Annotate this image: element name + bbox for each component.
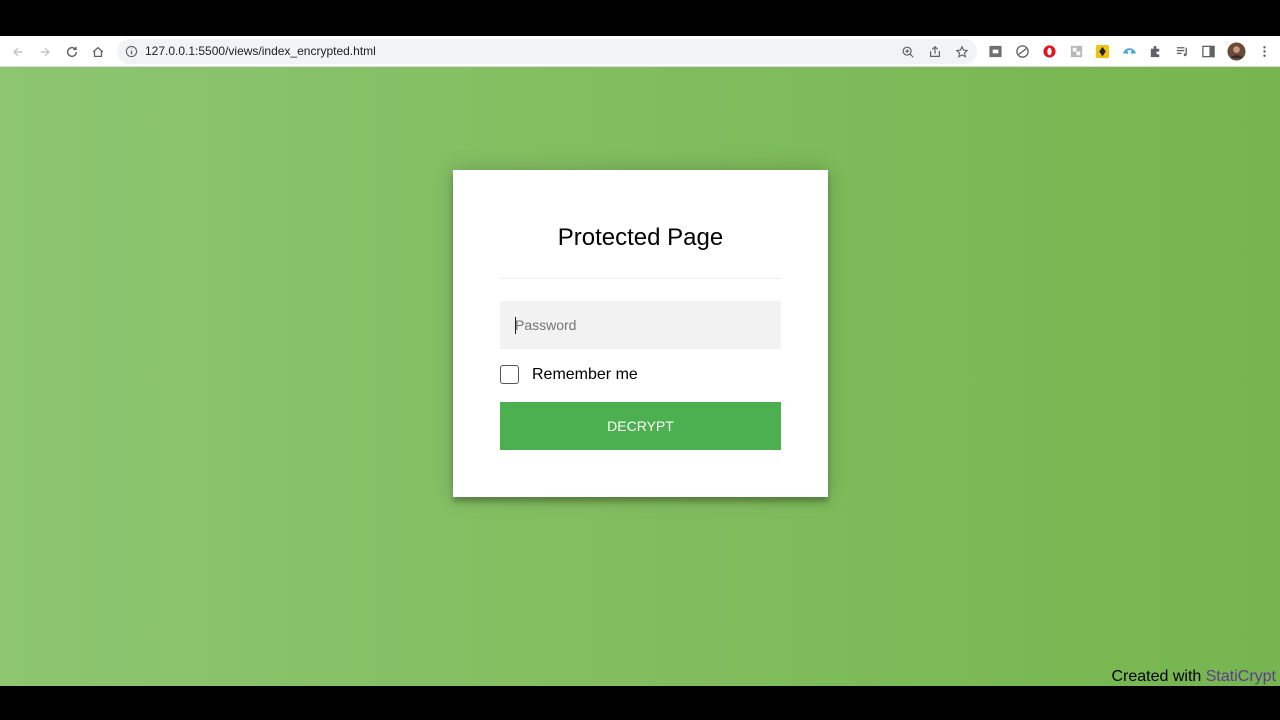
text-caret [515,317,516,334]
extension-icon[interactable] [987,43,1003,59]
forward-arrow-icon[interactable] [35,42,55,62]
back-arrow-icon[interactable] [8,42,28,62]
zoom-icon[interactable] [900,44,916,60]
footer-prefix: Created with [1111,668,1206,685]
url-text[interactable]: 127.0.0.1:5500/views/index_encrypted.htm… [145,44,376,58]
login-card: Protected Page Remember me DECRYPT [453,170,828,497]
share-icon[interactable] [927,44,943,60]
divider [500,278,781,279]
home-icon[interactable] [88,42,108,62]
media-icon[interactable] [1174,43,1190,59]
page-title: Protected Page [557,224,724,251]
footer-credit: Created with StatiCrypt [1111,668,1276,686]
password-input[interactable] [500,301,781,349]
info-icon[interactable] [125,45,138,58]
star-icon[interactable] [954,44,970,60]
more-menu-icon[interactable] [1256,43,1272,59]
decrypt-button[interactable]: DECRYPT [500,402,781,450]
extension-icon[interactable] [1094,43,1110,59]
extension-icon[interactable] [1014,43,1030,59]
address-bar[interactable]: 127.0.0.1:5500/views/index_encrypted.htm… [117,39,977,64]
puzzle-icon[interactable] [1147,43,1163,59]
remember-me-label[interactable]: Remember me [532,366,638,384]
opera-icon[interactable] [1041,43,1057,59]
extension-icon[interactable] [1068,43,1084,59]
screen-bottom-black-bar [0,686,1280,720]
extension-icon[interactable] [1121,43,1137,59]
remember-me-checkbox[interactable] [500,365,519,384]
browser-toolbar: 127.0.0.1:5500/views/index_encrypted.htm… [0,36,1280,67]
avatar[interactable] [1226,41,1246,61]
reload-icon[interactable] [62,42,82,62]
staticrypt-link[interactable]: StatiCrypt [1206,668,1276,685]
screen-top-black-bar [0,0,1280,36]
side-panel-icon[interactable] [1200,43,1216,59]
page-content: Protected Page Remember me DECRYPT Creat… [0,67,1280,686]
